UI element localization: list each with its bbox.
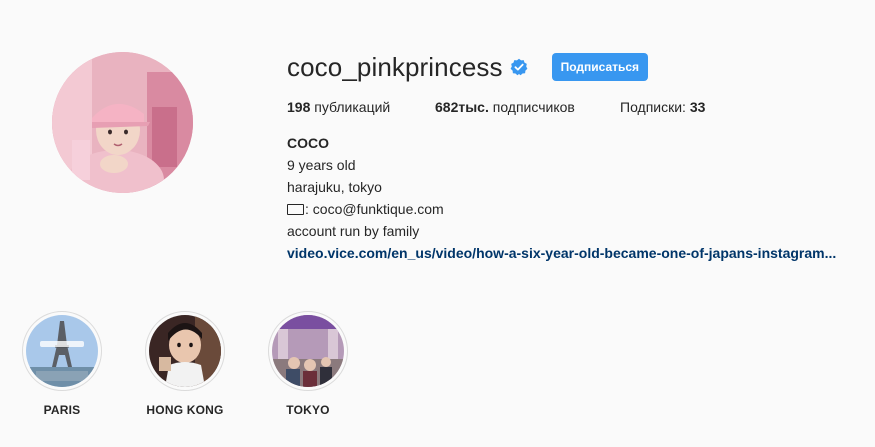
posts-stat: 198 публикаций — [287, 98, 395, 116]
following-label: Подписки: — [620, 99, 686, 115]
posts-count: 198 — [287, 99, 311, 115]
highlight-label: HONG KONG — [146, 403, 224, 417]
bio-line-note: account run by family — [287, 223, 420, 239]
highlight-label: PARIS — [43, 403, 81, 417]
bio-line-email: : coco@funktique.com — [287, 198, 867, 220]
bio-link[interactable]: video.vice.com/en_us/video/how-a-six-yea… — [287, 242, 867, 264]
highlight-ring — [268, 311, 348, 391]
bio-email-text: : coco@funktique.com — [305, 201, 444, 217]
highlight-hong-kong[interactable]: HONG KONG — [145, 311, 225, 417]
highlight-label: TOKYO — [286, 403, 330, 417]
highlight-paris[interactable]: PARIS — [22, 311, 102, 417]
profile-avatar[interactable] — [52, 52, 193, 193]
highlight-ring — [22, 311, 102, 391]
highlight-tokyo[interactable]: TOKYO — [268, 311, 348, 417]
following-stat[interactable]: Подписки: 33 — [620, 98, 705, 116]
highlight-cover-hong-kong — [149, 315, 221, 387]
story-highlights: PARIS HONG KONG TOKYO — [22, 311, 391, 417]
profile-stats: 198 публикаций 682тыс. подписчиков Подпи… — [287, 98, 867, 116]
profile-info: coco_pinkprincess Подписаться 198 публик… — [287, 52, 867, 264]
highlight-cover-tokyo — [272, 315, 344, 387]
bio-line-age: 9 years old — [287, 157, 356, 173]
followers-count: 682тыс. — [435, 99, 489, 115]
posts-label: публикаций — [314, 99, 391, 115]
avatar-photo — [52, 52, 193, 193]
followers-label: подписчиков — [492, 99, 575, 115]
bio-name: COCO — [287, 135, 329, 151]
profile-header: coco_pinkprincess Подписаться 198 публик… — [0, 0, 875, 290]
following-count: 33 — [689, 99, 706, 115]
follow-button[interactable]: Подписаться — [551, 53, 649, 81]
bio-line-location: harajuku, tokyo — [287, 179, 382, 195]
highlight-ring — [145, 311, 225, 391]
followers-stat[interactable]: 682тыс. подписчиков — [435, 98, 580, 116]
highlight-cover-paris — [26, 315, 98, 387]
envelope-icon — [287, 204, 304, 215]
verified-badge-icon — [510, 58, 528, 76]
username: coco_pinkprincess — [287, 52, 503, 82]
profile-bio: COCO 9 years old harajuku, tokyo : coco@… — [287, 132, 867, 264]
title-row: coco_pinkprincess Подписаться — [287, 52, 867, 82]
